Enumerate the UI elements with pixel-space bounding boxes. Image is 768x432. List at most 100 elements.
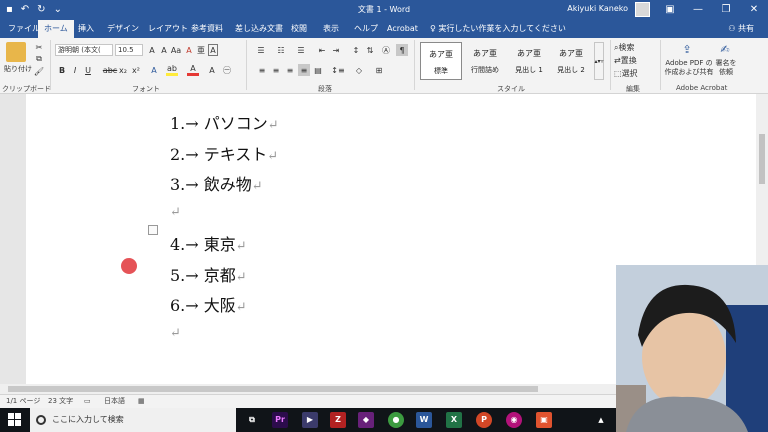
taskbar-search-input[interactable]: ここに入力して検索 [30, 408, 236, 432]
app-icon[interactable]: ◉ [506, 412, 522, 428]
styles-scroll-icon[interactable]: ▴▾▿ [594, 42, 604, 80]
asian-layout-icon[interactable]: Ⓐ [380, 44, 392, 56]
char-border-icon[interactable]: A [208, 44, 218, 56]
show-marks-icon[interactable]: ¶ [396, 44, 408, 56]
tab-design[interactable]: デザイン [101, 20, 145, 38]
list-item[interactable]: 1.→ パソコン↵ [170, 110, 279, 134]
chrome-icon[interactable]: ● [388, 412, 404, 428]
sort-icon[interactable]: ⇅ [364, 44, 376, 56]
text-effects-icon[interactable]: A [148, 64, 160, 76]
decrease-indent-icon[interactable]: ⇤ [316, 44, 328, 56]
align-left-icon[interactable]: ≡ [256, 64, 268, 76]
share-button[interactable]: ⚇ 共有 [728, 20, 754, 38]
distributed-icon[interactable]: ▤ [312, 64, 324, 76]
align-right-icon[interactable]: ≡ [284, 64, 296, 76]
app-icon[interactable]: ▣ [536, 412, 552, 428]
proofing-icon[interactable]: ▭ [84, 395, 91, 408]
paste-button[interactable]: 貼り付け [2, 64, 34, 74]
replace-button[interactable]: ⇄ 置換 [614, 55, 658, 66]
style-heading-1[interactable]: あア亜 見出し 1 [508, 42, 550, 80]
tab-view[interactable]: 表示 [317, 20, 345, 38]
line-spacing-icon[interactable]: ↕≡ [330, 64, 346, 76]
select-button[interactable]: ⬚ 選択 [614, 68, 658, 79]
style-no-spacing[interactable]: あア亜 行間詰め [464, 42, 506, 80]
tab-references[interactable]: 参考資料 [185, 20, 229, 38]
close-icon[interactable]: ✕ [740, 0, 768, 20]
shading-icon[interactable]: ◇ [352, 64, 366, 76]
tab-mailings[interactable]: 差し込み文書 [229, 20, 289, 38]
bold-button[interactable]: B [57, 64, 67, 76]
tab-review[interactable]: 校閲 [285, 20, 313, 38]
subscript-button[interactable]: x₂ [118, 64, 128, 76]
create-pdf-button[interactable]: Adobe PDF の作成および共有 [664, 58, 714, 78]
tab-acrobat[interactable]: Acrobat [381, 20, 424, 38]
style-heading-2[interactable]: あア亜 見出し 2 [550, 42, 592, 80]
char-shading-icon[interactable]: A [207, 64, 217, 76]
maximize-icon[interactable]: ❐ [712, 0, 740, 20]
minimize-icon[interactable]: — [684, 0, 712, 20]
tab-insert[interactable]: 挿入 [72, 20, 100, 38]
phonetic-icon[interactable]: 亜 [196, 44, 206, 56]
tell-me-box[interactable]: ♀ 実行したい作業を入力してください [430, 20, 566, 38]
format-painter-icon[interactable]: 🖌 [34, 66, 44, 76]
tab-help[interactable]: ヘルプ [348, 20, 384, 38]
numbering-icon[interactable]: ☷ [274, 44, 288, 56]
visual-studio-icon[interactable]: ◆ [358, 412, 374, 428]
autocorrect-options-icon[interactable] [148, 225, 158, 235]
task-view-icon[interactable]: ⧉ [244, 412, 260, 428]
sign-icon[interactable]: ✍ [718, 42, 732, 56]
grow-font-icon[interactable]: A [147, 44, 157, 56]
list-item[interactable]: 3.→ 飲み物↵ [170, 171, 263, 195]
tab-home[interactable]: ホーム [38, 20, 74, 38]
find-button[interactable]: ⌕ 検索 [614, 42, 658, 53]
macro-icon[interactable]: ▦ [138, 395, 145, 408]
style-normal[interactable]: あア亜 標準 [420, 42, 462, 80]
strikethrough-button[interactable]: abc [103, 64, 117, 76]
font-name-select[interactable]: 游明朝 (本文( [55, 44, 113, 56]
bullets-icon[interactable]: ☰ [254, 44, 268, 56]
font-size-select[interactable]: 10.5 [115, 44, 143, 56]
clipboard-icon[interactable] [6, 42, 26, 62]
multilevel-list-icon[interactable]: ☰ [294, 44, 308, 56]
empty-paragraph[interactable]: ↵ [170, 322, 181, 341]
align-center-icon[interactable]: ≡ [270, 64, 282, 76]
highlight-icon[interactable]: ab [166, 64, 178, 76]
increase-indent-icon[interactable]: ⇥ [330, 44, 342, 56]
request-sign-button[interactable]: 署名を依頼 [714, 58, 738, 78]
excel-icon[interactable]: X [446, 412, 462, 428]
windows-start-icon[interactable] [8, 413, 22, 427]
scroll-thumb[interactable] [759, 134, 765, 184]
list-item[interactable]: 4.→ 東京↵ [170, 231, 247, 255]
list-item[interactable]: 2.→ テキスト↵ [170, 141, 278, 165]
powerpoint-icon[interactable]: P [476, 412, 492, 428]
cut-icon[interactable]: ✂ [34, 42, 44, 52]
page-count[interactable]: 1/1 ページ [6, 395, 40, 408]
italic-button[interactable]: I [70, 64, 80, 76]
font-color-icon[interactable]: A [187, 64, 199, 76]
avatar[interactable] [635, 2, 650, 17]
filezilla-icon[interactable]: Z [330, 412, 346, 428]
language[interactable]: 日本語 [104, 395, 125, 408]
word-icon[interactable]: W [416, 412, 432, 428]
superscript-button[interactable]: x² [131, 64, 141, 76]
enclose-char-icon[interactable]: ㊀ [222, 64, 232, 76]
clear-format-icon[interactable]: A [184, 44, 194, 56]
shrink-font-icon[interactable]: A [159, 44, 169, 56]
justify-icon[interactable]: ≡ [298, 64, 310, 76]
underline-button[interactable]: U [83, 64, 93, 76]
change-case-icon[interactable]: Aa [171, 44, 181, 56]
empty-paragraph[interactable]: ↵ [170, 201, 181, 220]
list-item[interactable]: 5.→ 京都↵ [170, 262, 247, 286]
word-count[interactable]: 23 文字 [48, 395, 73, 408]
text-direction-icon[interactable]: ↕ [350, 44, 362, 56]
borders-icon[interactable]: ⊞ [372, 64, 386, 76]
pdf-create-icon[interactable]: ⇪ [680, 42, 694, 56]
scroll-thumb[interactable] [8, 386, 538, 392]
copy-icon[interactable]: ⧉ [34, 54, 44, 64]
tray-chevron-icon[interactable]: ▲ [596, 412, 606, 428]
ribbon-display-icon[interactable]: ▣ [656, 0, 684, 20]
user-name[interactable]: Akiyuki Kaneko [567, 4, 628, 13]
editor-app-icon[interactable]: ▶ [302, 412, 318, 428]
premiere-icon[interactable]: Pr [272, 412, 288, 428]
list-item[interactable]: 6.→ 大阪↵ [170, 292, 247, 316]
